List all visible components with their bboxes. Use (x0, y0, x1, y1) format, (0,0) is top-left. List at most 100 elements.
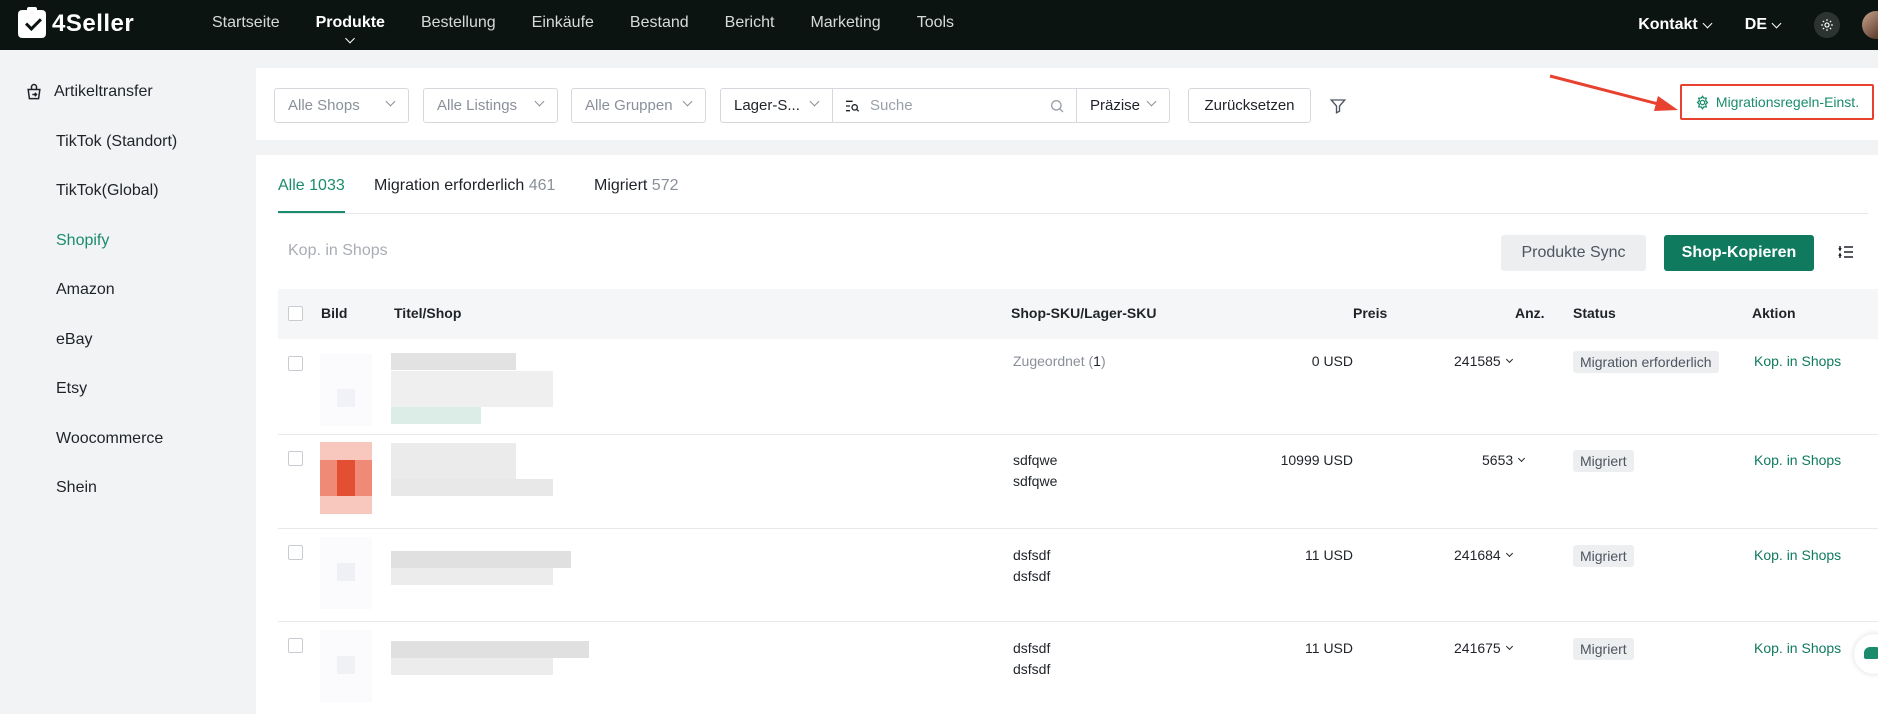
sidebar-item-woocommerce[interactable]: Woocommerce (56, 430, 163, 448)
search-type-select[interactable]: Lager-S... (720, 88, 833, 123)
price: 10999 USD (1280, 452, 1353, 468)
row-checkbox[interactable] (288, 451, 303, 466)
contact-menu[interactable]: Kontakt (1638, 16, 1713, 34)
price: 11 USD (1305, 640, 1353, 656)
shop-copy-button[interactable]: Shop-Kopieren (1664, 235, 1814, 271)
sidebar-item-tiktok-standort[interactable]: TikTok (Standort) (56, 133, 177, 151)
row-checkbox[interactable] (288, 638, 303, 653)
nav-item-bericht[interactable]: Bericht (725, 0, 775, 50)
match-mode-select[interactable]: Präzise (1076, 88, 1170, 123)
nav-item-tools[interactable]: Tools (917, 0, 954, 50)
quantity-dropdown[interactable]: 5653 (1482, 452, 1526, 468)
sidebar-item-shopify[interactable]: Shopify (56, 232, 109, 250)
sidebar-item-ebay[interactable]: eBay (56, 331, 92, 349)
table-row: dsfsdf dsfsdf 11 USD 241684 Migriert Kop… (278, 529, 1878, 622)
copy-to-shops-link[interactable]: Kop. in Shops (1754, 452, 1841, 468)
product-image (320, 442, 372, 514)
language-menu[interactable]: DE (1745, 16, 1782, 34)
sidebar-item-tiktok-global[interactable]: TikTok(Global) (56, 182, 159, 200)
sidebar-item-shein[interactable]: Shein (56, 479, 97, 497)
annotation-arrow (1549, 74, 1678, 111)
price: 0 USD (1311, 353, 1353, 369)
shops-select-value: Alle Shops (288, 97, 360, 114)
header-status: Status (1573, 305, 1616, 321)
quantity-dropdown[interactable]: 241675 (1454, 640, 1513, 656)
tab-count: 572 (651, 177, 679, 194)
product-image (320, 630, 372, 702)
brand-logo[interactable]: 4Seller (18, 7, 134, 38)
sidebar-item-etsy[interactable]: Etsy (56, 380, 87, 398)
transfer-cart-icon (27, 83, 41, 100)
nav-item-produkte[interactable]: Produkte (316, 0, 385, 50)
chevron-down-icon (385, 96, 396, 107)
header-qty: Anz. (1515, 305, 1545, 321)
status-badge: Migriert (1573, 545, 1634, 567)
table-row: Zugeordnet (1) 0 USD 241585 Migration er… (278, 339, 1878, 435)
price: 11 USD (1305, 547, 1353, 563)
bag-check-icon (18, 7, 46, 38)
quantity-dropdown[interactable]: 241585 (1454, 353, 1513, 369)
chevron-down-icon (809, 96, 820, 107)
status-badge: Migration erforderlich (1573, 351, 1719, 373)
migration-rules-button[interactable]: Migrationsregeln-Einst. (1680, 84, 1874, 120)
shops-select[interactable]: Alle Shops (274, 88, 409, 123)
avatar[interactable] (1862, 11, 1878, 39)
chevron-down-icon (682, 96, 693, 107)
nav-item-bestellung[interactable]: Bestellung (421, 0, 496, 50)
copy-to-shops-link[interactable]: Kop. in Shops (1754, 353, 1841, 369)
nav-item-einkaeufe[interactable]: Einkäufe (532, 0, 594, 50)
search-input[interactable] (870, 97, 1050, 114)
sidebar-section-title: Artikeltransfer (54, 83, 153, 100)
sidebar-section-header[interactable]: Artikeltransfer (24, 82, 153, 102)
gear-icon (1821, 19, 1833, 31)
listings-select-value: Alle Listings (437, 97, 518, 114)
tab-alle[interactable]: Alle 1033 (278, 177, 345, 213)
shop-sku: dsfsdf (1013, 547, 1051, 563)
contact-label: Kontakt (1638, 16, 1698, 33)
tab-label: Alle (278, 177, 305, 194)
warehouse-sku: sdfqwe (1013, 473, 1058, 489)
tab-migration-erforderlich[interactable]: Migration erforderlich 461 (374, 177, 555, 195)
header-title: Titel/Shop (394, 305, 462, 321)
mapped-count[interactable]: Zugeordnet (1) (1013, 353, 1106, 369)
sidebar-item-amazon[interactable]: Amazon (56, 281, 115, 299)
reset-button[interactable]: Zurücksetzen (1188, 88, 1311, 123)
header-price: Preis (1353, 305, 1388, 321)
header-sku: Shop-SKU/Lager-SKU (1011, 305, 1157, 321)
search-field[interactable] (832, 88, 1077, 123)
chevron-down-icon (1518, 454, 1526, 463)
groups-select[interactable]: Alle Gruppen (571, 88, 706, 123)
warehouse-sku: dsfsdf (1013, 568, 1051, 584)
tab-migriert[interactable]: Migriert 572 (594, 177, 679, 195)
nav-item-bestand[interactable]: Bestand (630, 0, 689, 50)
column-settings-icon[interactable] (1838, 244, 1854, 260)
tab-count: 461 (528, 177, 556, 194)
quantity-dropdown[interactable]: 241684 (1454, 547, 1513, 563)
shop-sku: sdfqwe (1013, 452, 1058, 468)
table-row: dsfsdf dsfsdf 11 USD 241675 Migriert Kop… (278, 622, 1878, 714)
nav-item-startseite[interactable]: Startseite (212, 0, 280, 50)
settings-button[interactable] (1814, 12, 1840, 38)
status-badge: Migriert (1573, 638, 1634, 660)
tab-label: Migration erforderlich (374, 177, 525, 194)
nav-item-marketing[interactable]: Marketing (810, 0, 880, 50)
groups-select-value: Alle Gruppen (585, 97, 673, 114)
search-icon[interactable] (1049, 98, 1065, 114)
status-tabs: Alle 1033 Migration erforderlich 461 Mig… (278, 155, 1868, 214)
tab-count: 1033 (309, 177, 345, 194)
chevron-down-icon (1505, 642, 1513, 651)
table-row: sdfqwe sdfqwe 10999 USD 5653 Migriert Ko… (278, 435, 1878, 529)
select-all-checkbox[interactable] (288, 306, 303, 321)
copy-to-shops-link[interactable]: Kop. in Shops (1754, 640, 1841, 656)
sidebar: Artikeltransfer TikTok (Standort) TikTok… (0, 50, 256, 714)
bulk-copy-to-shops-link[interactable]: Kop. in Shops (288, 242, 388, 260)
gear-icon (1696, 94, 1709, 110)
search-filter-icon (846, 100, 860, 112)
copy-to-shops-link[interactable]: Kop. in Shops (1754, 547, 1841, 563)
filter-icon[interactable] (1329, 97, 1347, 115)
warehouse-sku: dsfsdf (1013, 661, 1051, 677)
products-sync-button[interactable]: Produkte Sync (1501, 235, 1646, 271)
row-checkbox[interactable] (288, 545, 303, 560)
listings-select[interactable]: Alle Listings (423, 88, 558, 123)
row-checkbox[interactable] (288, 356, 303, 371)
